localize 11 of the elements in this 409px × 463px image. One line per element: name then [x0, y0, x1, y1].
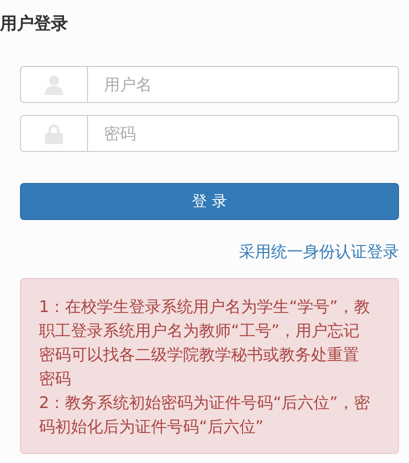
sso-login-link[interactable]: 采用统一身份认证登录: [239, 240, 399, 264]
user-icon: [45, 74, 63, 94]
lock-icon: [45, 124, 63, 144]
notice-text: 2：教务系统初始密码为证件号码“后六位”，密码初始化后为证件号码“后六位”: [39, 392, 370, 438]
page-title: 用户登录: [0, 13, 69, 35]
input-group[interactable]: 密码: [20, 115, 399, 152]
input-field[interactable]: 密码: [88, 116, 398, 151]
notice-text: 1：在校学生登录系统用户名为学生“学号”，教职工登录系统用户名为教师“工号”，用户忘记密码可以找各二级学院教学秘书或教务处重置密码: [39, 296, 370, 390]
input-field[interactable]: 用户名: [88, 67, 398, 102]
login-button[interactable]: 登 录: [20, 183, 399, 220]
input-group[interactable]: 用户名: [20, 66, 399, 103]
